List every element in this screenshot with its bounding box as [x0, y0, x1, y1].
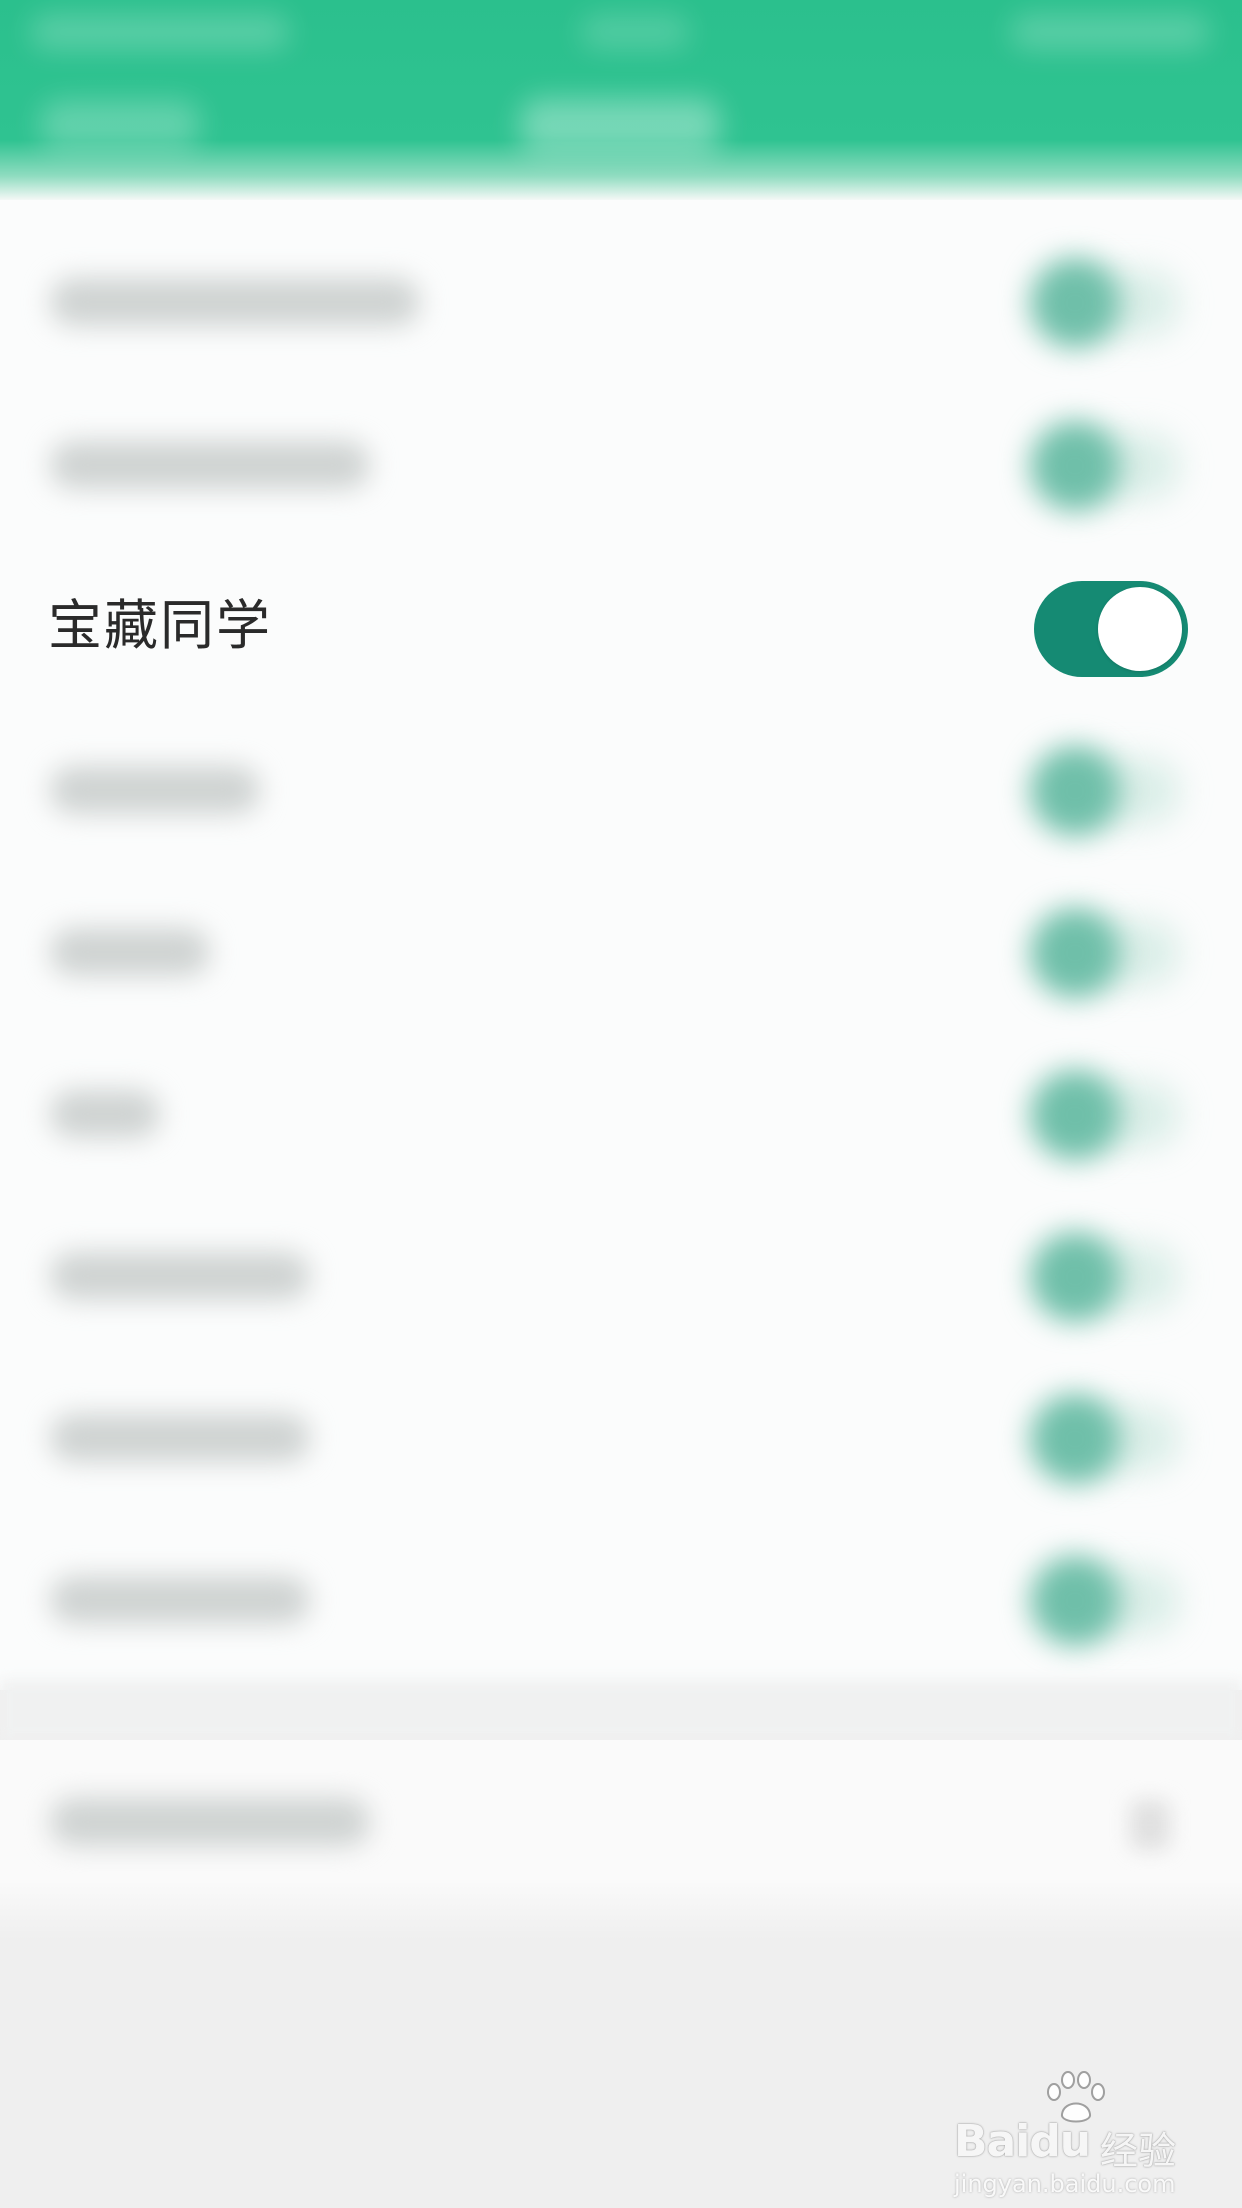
- setting-label-blurred: [50, 928, 210, 976]
- toggle-switch-blurred[interactable]: [1030, 1394, 1120, 1484]
- setting-label-blurred: [50, 1798, 370, 1846]
- toggle-switch[interactable]: [1034, 581, 1188, 677]
- setting-label-blurred: [50, 1414, 310, 1462]
- toggle-switch-blurred[interactable]: [1030, 421, 1120, 511]
- watermark-brand-cn: 经验: [1100, 2129, 1177, 2173]
- setting-row-blurred[interactable]: [0, 708, 1242, 870]
- setting-row-blurred[interactable]: [0, 220, 1242, 382]
- watermark-url: jingyan.baidu.com: [954, 2170, 1176, 2198]
- toggle-knob: [1098, 587, 1182, 671]
- settings-list: 宝藏同学: [0, 200, 1242, 1690]
- setting-row-blurred[interactable]: [0, 870, 1242, 1032]
- toggle-switch-blurred[interactable]: [1030, 1070, 1120, 1160]
- back-button-blurred[interactable]: [40, 100, 200, 150]
- setting-row-blurred[interactable]: [0, 383, 1242, 545]
- status-bar-left-blurred: [30, 14, 290, 50]
- section-bottom-edge: [0, 1880, 1242, 1940]
- section-divider: [0, 1680, 1242, 1740]
- setting-row-treasure-classmate[interactable]: 宝藏同学: [0, 545, 1242, 707]
- setting-label-blurred: [50, 278, 420, 326]
- toggle-switch-blurred[interactable]: [1030, 1232, 1120, 1322]
- setting-row-blurred[interactable]: [0, 1356, 1242, 1518]
- setting-row-blurred[interactable]: [0, 1518, 1242, 1680]
- page-title-blurred: [520, 98, 720, 154]
- setting-label: 宝藏同学: [48, 594, 272, 657]
- setting-label-blurred: [50, 1252, 310, 1300]
- navigation-row-blurred[interactable]: [0, 1740, 1242, 1900]
- toggle-switch-blurred[interactable]: [1030, 746, 1120, 836]
- watermark-brand: Baidu: [954, 2116, 1091, 2167]
- setting-label-blurred: [50, 1576, 310, 1624]
- status-bar-time-blurred: [580, 14, 690, 50]
- chevron-right-icon: [1130, 1800, 1170, 1850]
- status-bar-right-blurred: [1010, 14, 1210, 50]
- setting-row-blurred[interactable]: [0, 1032, 1242, 1194]
- toggle-switch-blurred[interactable]: [1030, 258, 1120, 348]
- setting-label-blurred: [50, 1090, 160, 1138]
- baidu-jingyan-watermark: Baidu 经验 jingyan.baidu.com: [950, 2070, 1190, 2198]
- setting-label-blurred: [50, 766, 260, 814]
- toggle-switch-blurred[interactable]: [1030, 1556, 1120, 1646]
- setting-label-blurred: [50, 441, 370, 489]
- app-header: [0, 0, 1242, 200]
- setting-row-blurred[interactable]: [0, 1194, 1242, 1356]
- toggle-switch-blurred[interactable]: [1030, 908, 1120, 998]
